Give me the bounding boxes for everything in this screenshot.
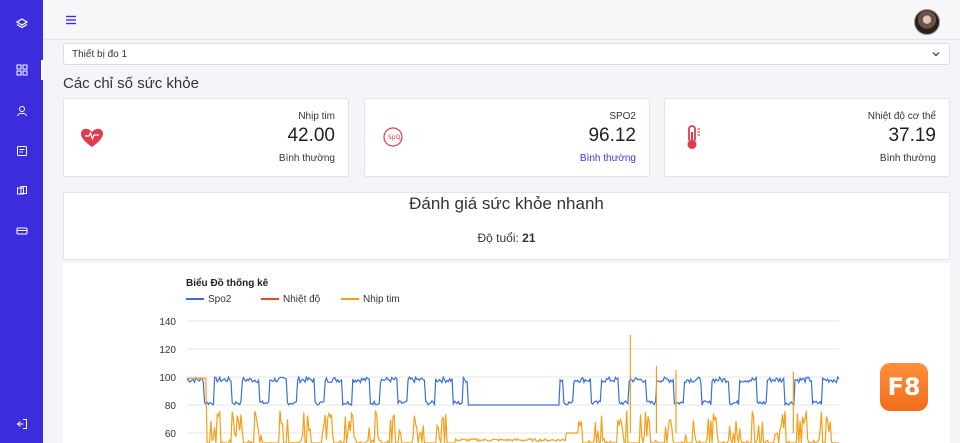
thermometer-icon [687,125,700,149]
age-row: Độ tuổi: 21 [64,231,949,245]
spo2-series-line [186,374,840,407]
card-value: 37.19 [888,125,936,146]
evaluation-title: Đánh giá sức khỏe nhanh [409,194,604,213]
heart-rate-card: Nhịp tim 42.00 Bình thường [63,98,349,177]
card-label: SPO2 [609,111,636,122]
card-icon[interactable] [0,221,43,241]
y-tick-label: 80 [165,401,177,412]
age-label: Độ tuổi: [477,231,519,245]
body-temperature-card: Nhiệt độ cơ thể 37.19 Bình thường [664,98,950,177]
statistics-chart: Biểu Đồ thống kê Spo2 Nhiệt độ Nhịp tim 140 1… [63,263,950,443]
chart-title: Biểu Đồ thống kê [186,277,269,289]
spo2-card: SpO 2 SPO2 96.12 Bình thường [364,98,650,177]
legend-label: Spo2 [208,294,232,305]
line-chart: Biểu Đồ thống kê Spo2 Nhiệt độ Nhịp tim 140 1… [159,277,840,443]
device-select[interactable]: Thiết bị đo 1 [63,43,950,65]
user-icon[interactable] [0,101,43,121]
legend-label: Nhiệt độ [283,294,321,305]
menu-toggle-icon[interactable] [65,13,77,25]
svg-text:2: 2 [399,138,401,142]
heart-icon [81,128,103,147]
card-value: 42.00 [287,125,335,146]
card-value: 96.12 [588,125,636,146]
card-label: Nhiệt độ cơ thể [867,111,936,122]
spo2-icon: SpO 2 [383,127,403,147]
age-value: 21 [522,231,536,245]
section-title: Các chỉ số sức khỏe [63,75,199,92]
notes-icon[interactable] [0,141,43,161]
device-select-value: Thiết bị đo 1 [72,49,128,60]
card-status: Bình thường [278,153,335,164]
devices-icon[interactable] [0,181,43,201]
layers-logo-icon[interactable] [0,14,43,34]
legend-label: Nhịp tim [363,294,400,305]
y-tick-label: 60 [165,429,177,440]
dashboard-icon[interactable] [0,60,43,80]
card-status: Bình thường [579,153,636,164]
card-label: Nhịp tim [298,111,335,122]
logout-icon[interactable] [0,414,43,434]
sidebar [0,0,43,443]
sidebar-active-indicator [41,60,43,80]
y-tick-label: 100 [159,373,176,384]
card-status: Bình thường [879,153,936,164]
y-tick-label: 140 [159,317,176,328]
brand-logo: F8 [880,363,928,411]
chevron-down-icon [932,52,940,57]
y-tick-label: 120 [159,345,176,356]
top-navbar [43,0,960,40]
user-avatar[interactable] [914,9,940,35]
quick-health-evaluation: Đánh giá sức khỏe nhanh Độ tuổi: 21 [63,192,950,260]
